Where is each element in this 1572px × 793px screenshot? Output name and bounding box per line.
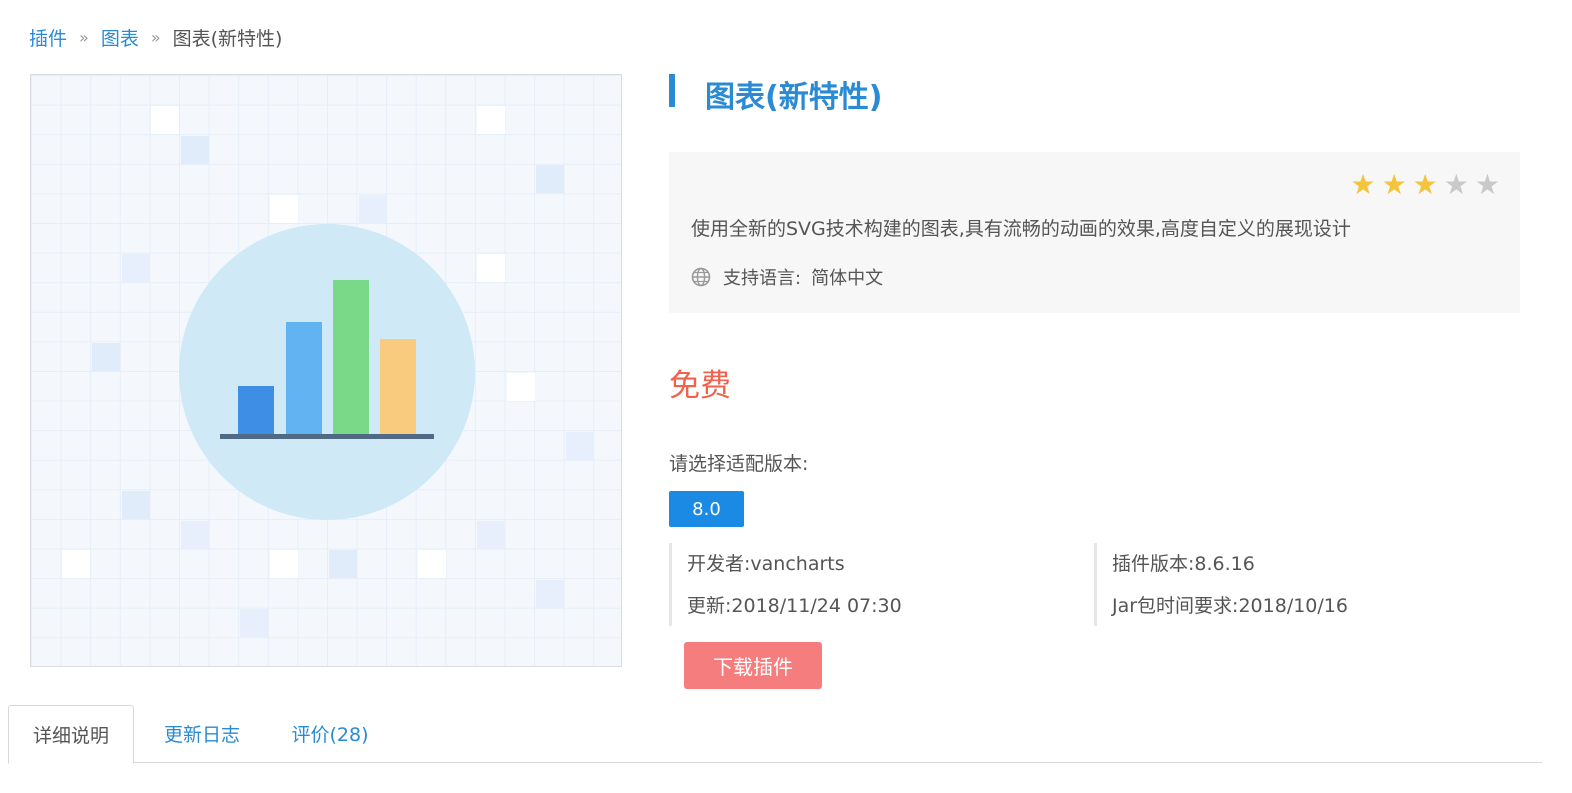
updated-info: 更新:2018/11/24 07:30	[687, 595, 902, 617]
rating-stars: ★ ★ ★ ★ ★	[1350, 170, 1500, 200]
icon-bar	[238, 386, 274, 436]
price-label: 免费	[669, 368, 731, 404]
language-value: 简体中文	[811, 268, 884, 289]
tab-reviews[interactable]: 评价(28)	[272, 705, 388, 763]
breadcrumb: 插件 » 图表 » 图表(新特性)	[29, 24, 282, 51]
breadcrumb-link-charts[interactable]: 图表	[101, 24, 139, 51]
language-label: 支持语言:	[723, 268, 802, 289]
version-option-button[interactable]: 8.0	[669, 491, 744, 527]
star-icon: ★	[1412, 168, 1438, 201]
globe-icon	[691, 267, 711, 287]
plugin-info-box: ★ ★ ★ ★ ★ 使用全新的SVG技术构建的图表,具有流畅的动画的效果,高度自…	[669, 152, 1520, 313]
meta-column-right: 插件版本:8.6.16 Jar包时间要求:2018/10/16	[1094, 543, 1348, 626]
plugin-preview-image	[30, 74, 622, 667]
plugin-title: 图表(新特性)	[705, 80, 883, 115]
icon-bar	[380, 339, 416, 436]
plugin-version-info: 插件版本:8.6.16	[1112, 553, 1255, 575]
star-icon: ★	[1381, 168, 1407, 201]
title-accent-bar	[669, 74, 675, 107]
icon-bar	[333, 280, 369, 436]
bar-chart-icon	[62, 106, 594, 637]
breadcrumb-separator: »	[79, 28, 89, 47]
breadcrumb-current: 图表(新特性)	[172, 28, 283, 50]
icon-circle	[179, 224, 475, 520]
meta-column-left: 开发者:vancharts 更新:2018/11/24 07:30	[669, 543, 902, 626]
plugin-description: 使用全新的SVG技术构建的图表,具有流畅的动画的效果,高度自定义的展现设计	[691, 218, 1351, 240]
star-icon: ★	[1350, 168, 1376, 201]
breadcrumb-separator: »	[150, 28, 161, 47]
breadcrumb-link-plugins[interactable]: 插件	[29, 24, 67, 51]
developer-info: 开发者:vancharts	[687, 553, 845, 575]
star-icon: ★	[1474, 168, 1500, 201]
supported-language: 支持语言: 简体中文	[691, 264, 883, 290]
tab-changelog[interactable]: 更新日志	[142, 705, 262, 763]
icon-bar	[286, 322, 322, 436]
download-plugin-button[interactable]: 下载插件	[684, 642, 822, 689]
select-version-label: 请选择适配版本:	[669, 453, 809, 475]
tab-details[interactable]: 详细说明	[8, 705, 134, 764]
jar-requirement-info: Jar包时间要求:2018/10/16	[1112, 595, 1348, 617]
icon-baseline	[220, 434, 434, 439]
star-icon: ★	[1443, 168, 1469, 201]
